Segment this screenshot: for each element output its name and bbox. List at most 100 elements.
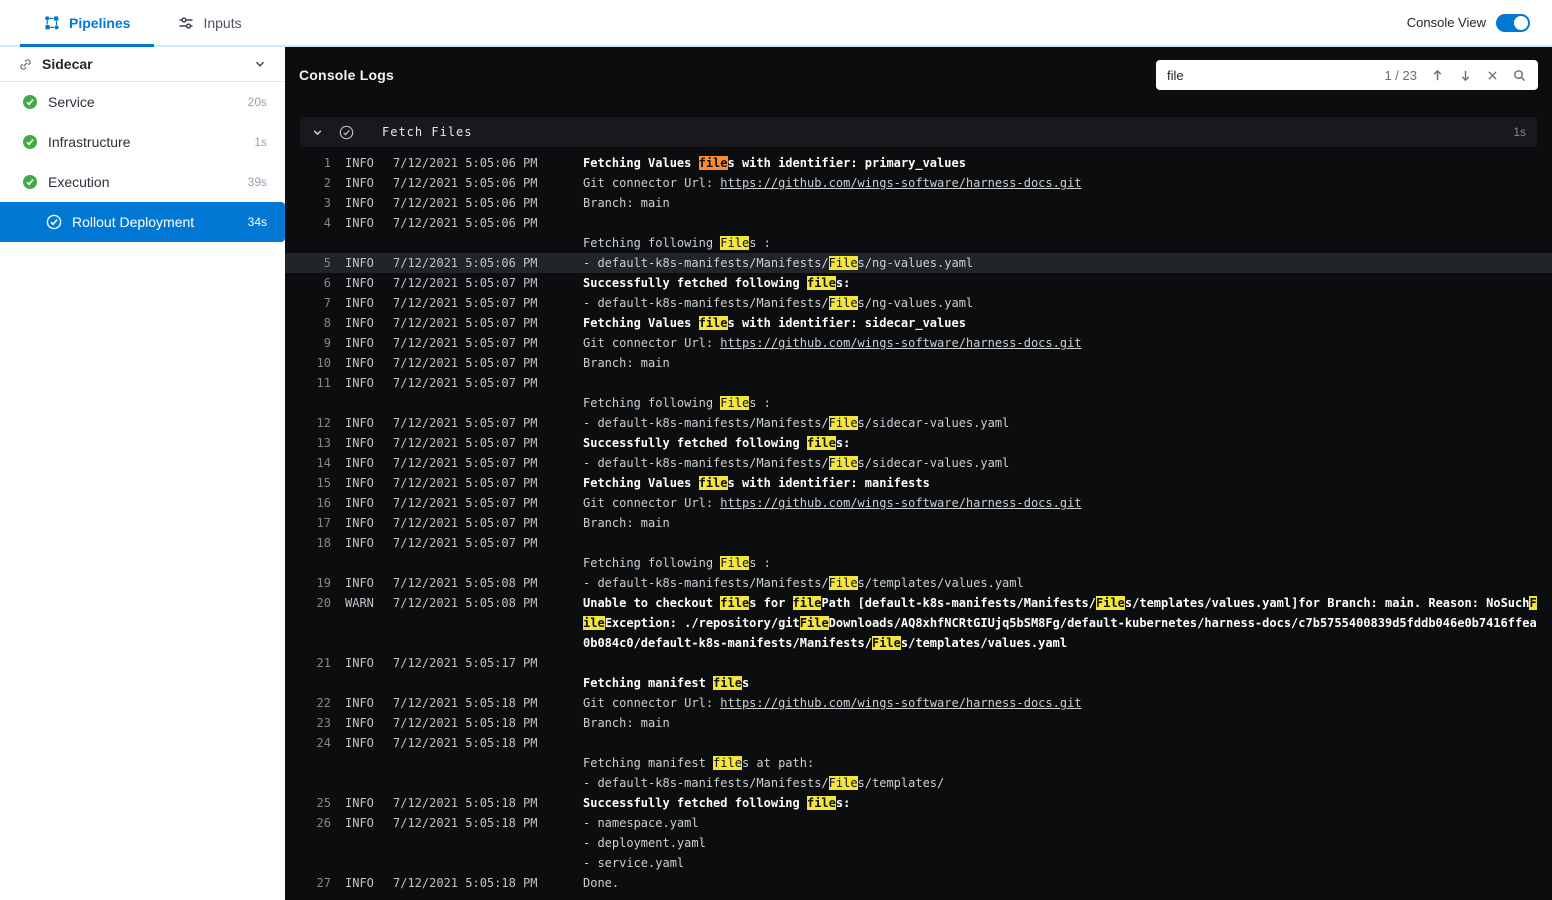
log-level: INFO xyxy=(345,716,374,730)
log-line: 21 INFO 7/12/2021 5:05:17 PM xyxy=(285,653,1552,673)
pipeline-icon xyxy=(44,15,60,31)
log-timestamp: 7/12/2021 5:05:08 PM xyxy=(393,596,538,610)
log-line: 2 INFO 7/12/2021 5:05:06 PM Git connector U… xyxy=(285,173,1552,193)
line-number xyxy=(301,833,331,853)
log-line: 24 INFO 7/12/2021 5:05:18 PM xyxy=(285,733,1552,753)
log-line: 3 INFO 7/12/2021 5:05:06 PM Branch: main xyxy=(285,193,1552,213)
line-number: 27 xyxy=(316,876,331,890)
log-line: 22 INFO 7/12/2021 5:05:18 PM Git connector … xyxy=(285,693,1552,713)
log-level xyxy=(345,753,383,773)
log-message: - default-k8s-manifests/Manifests/Files/… xyxy=(583,256,974,270)
log-link[interactable]: https://github.com/wings-software/harnes… xyxy=(720,496,1081,510)
log-line: - default-k8s-manifests/Manifests/Files/… xyxy=(285,773,1552,793)
log-message: Fetching Values files with identifier: m… xyxy=(583,476,930,490)
line-number: 11 xyxy=(316,376,331,390)
log-link[interactable]: https://github.com/wings-software/harnes… xyxy=(720,696,1081,710)
search-match-count: 1 / 23 xyxy=(1384,67,1417,83)
arrow-down-icon[interactable] xyxy=(1458,68,1473,83)
log-level: INFO xyxy=(345,736,374,750)
log-timestamp: 7/12/2021 5:05:07 PM xyxy=(393,436,538,450)
line-number xyxy=(301,773,331,793)
log-level: INFO xyxy=(345,516,374,530)
chevron-down-icon[interactable] xyxy=(311,126,324,139)
sidebar-item-service[interactable]: Service 20s xyxy=(0,82,285,122)
log-line: ileException: ./repository/gitFileDownlo… xyxy=(285,613,1552,633)
sidebar-item-label: Service xyxy=(48,94,95,110)
log-timestamp: 7/12/2021 5:05:06 PM xyxy=(393,176,538,190)
log-level xyxy=(345,773,383,793)
log-line: 1 INFO 7/12/2021 5:05:06 PM Fetching Values… xyxy=(285,153,1552,173)
log-message: Git connector Url: https://github.com/wi… xyxy=(583,496,1082,510)
log-timestamp xyxy=(393,633,579,653)
log-message: Branch: main xyxy=(583,196,670,210)
line-number: 21 xyxy=(316,656,331,670)
console-view-toggle[interactable] xyxy=(1496,13,1530,32)
search-input[interactable] xyxy=(1167,67,1372,83)
log-line: Fetching manifest files xyxy=(285,673,1552,693)
log-timestamp: 7/12/2021 5:05:07 PM xyxy=(393,296,538,310)
log-level xyxy=(345,673,383,693)
line-number: 1 xyxy=(323,156,331,170)
log-link[interactable]: https://github.com/wings-software/harnes… xyxy=(720,176,1081,190)
log-line: 20 WARN 7/12/2021 5:05:08 PM Unable to chec… xyxy=(285,593,1552,613)
tab-inputs[interactable]: Inputs xyxy=(154,0,265,45)
log-level: INFO xyxy=(345,336,374,350)
log-line: 12 INFO 7/12/2021 5:05:07 PM - default-k8s-… xyxy=(285,413,1552,433)
sidebar-item-label: Execution xyxy=(48,174,110,190)
log-line: 4 INFO 7/12/2021 5:05:06 PM xyxy=(285,213,1552,233)
log-message: - default-k8s-manifests/Manifests/Files/… xyxy=(583,456,1010,470)
log-message: Unable to checkout files for filePath [d… xyxy=(583,596,1537,610)
sidebar-item-infrastructure[interactable]: Infrastructure 1s xyxy=(0,122,285,162)
line-number xyxy=(301,673,331,693)
log-timestamp: 7/12/2021 5:05:18 PM xyxy=(393,696,538,710)
log-line: 14 INFO 7/12/2021 5:05:07 PM - default-k8s-… xyxy=(285,453,1552,473)
toggle-knob xyxy=(1514,15,1528,30)
log-message: Successfully fetched following files: xyxy=(583,796,851,810)
log-message: Fetching Values files with identifier: p… xyxy=(583,156,966,170)
log-level: INFO xyxy=(345,316,374,330)
line-number: 8 xyxy=(323,316,331,330)
log-message: ileException: ./repository/gitFileDownlo… xyxy=(583,616,1537,630)
log-level xyxy=(345,233,383,253)
log-message: Fetching Values files with identifier: s… xyxy=(583,316,966,330)
line-number: 2 xyxy=(323,176,331,190)
log-message: Fetching following Files : xyxy=(583,396,771,410)
log-message: Branch: main xyxy=(583,356,670,370)
sidebar-item-execution[interactable]: Execution 39s xyxy=(0,162,285,202)
log-level: INFO xyxy=(345,576,374,590)
arrow-up-icon[interactable] xyxy=(1430,68,1445,83)
search-icon[interactable] xyxy=(1512,68,1527,83)
log-line: 16 INFO 7/12/2021 5:05:07 PM Git connector … xyxy=(285,493,1552,513)
log-level: INFO xyxy=(345,456,374,470)
line-number: 5 xyxy=(323,256,331,270)
log-line: 5 INFO 7/12/2021 5:05:06 PM - default-k8s-m… xyxy=(285,253,1552,273)
log-line: 0b084c0/default-k8s-manifests/Manifests/… xyxy=(285,633,1552,653)
tab-pipelines[interactable]: Pipelines xyxy=(20,0,155,47)
chevron-down-icon[interactable] xyxy=(253,57,267,71)
sidebar-item-rollout-deployment[interactable]: Rollout Deployment 34s xyxy=(0,202,285,242)
log-timestamp: 7/12/2021 5:05:07 PM xyxy=(393,416,538,430)
line-number: 26 xyxy=(316,816,331,830)
line-number: 22 xyxy=(316,696,331,710)
log-timestamp: 7/12/2021 5:05:17 PM xyxy=(393,656,538,670)
pipeline-group-header[interactable]: Sidecar xyxy=(0,47,285,82)
line-number: 20 xyxy=(316,596,331,610)
log-section-header[interactable]: Fetch Files 1s xyxy=(300,117,1537,147)
log-line: 6 INFO 7/12/2021 5:05:07 PM Successfully fe… xyxy=(285,273,1552,293)
line-number: 25 xyxy=(316,796,331,810)
log-message: - default-k8s-manifests/Manifests/Files/… xyxy=(583,776,945,790)
log-timestamp: 7/12/2021 5:05:07 PM xyxy=(393,516,538,530)
console-logs-title: Console Logs xyxy=(299,67,394,83)
log-timestamp: 7/12/2021 5:05:07 PM xyxy=(393,496,538,510)
log-level xyxy=(345,853,383,873)
close-icon[interactable] xyxy=(1486,69,1499,82)
line-number xyxy=(301,613,331,633)
log-timestamp: 7/12/2021 5:05:06 PM xyxy=(393,256,538,270)
log-level: INFO xyxy=(345,876,374,890)
log-link[interactable]: https://github.com/wings-software/harnes… xyxy=(720,336,1081,350)
log-timestamp: 7/12/2021 5:05:07 PM xyxy=(393,456,538,470)
log-level: INFO xyxy=(345,416,374,430)
log-line: - service.yaml xyxy=(285,853,1552,873)
log-timestamp: 7/12/2021 5:05:08 PM xyxy=(393,576,538,590)
line-number: 15 xyxy=(316,476,331,490)
